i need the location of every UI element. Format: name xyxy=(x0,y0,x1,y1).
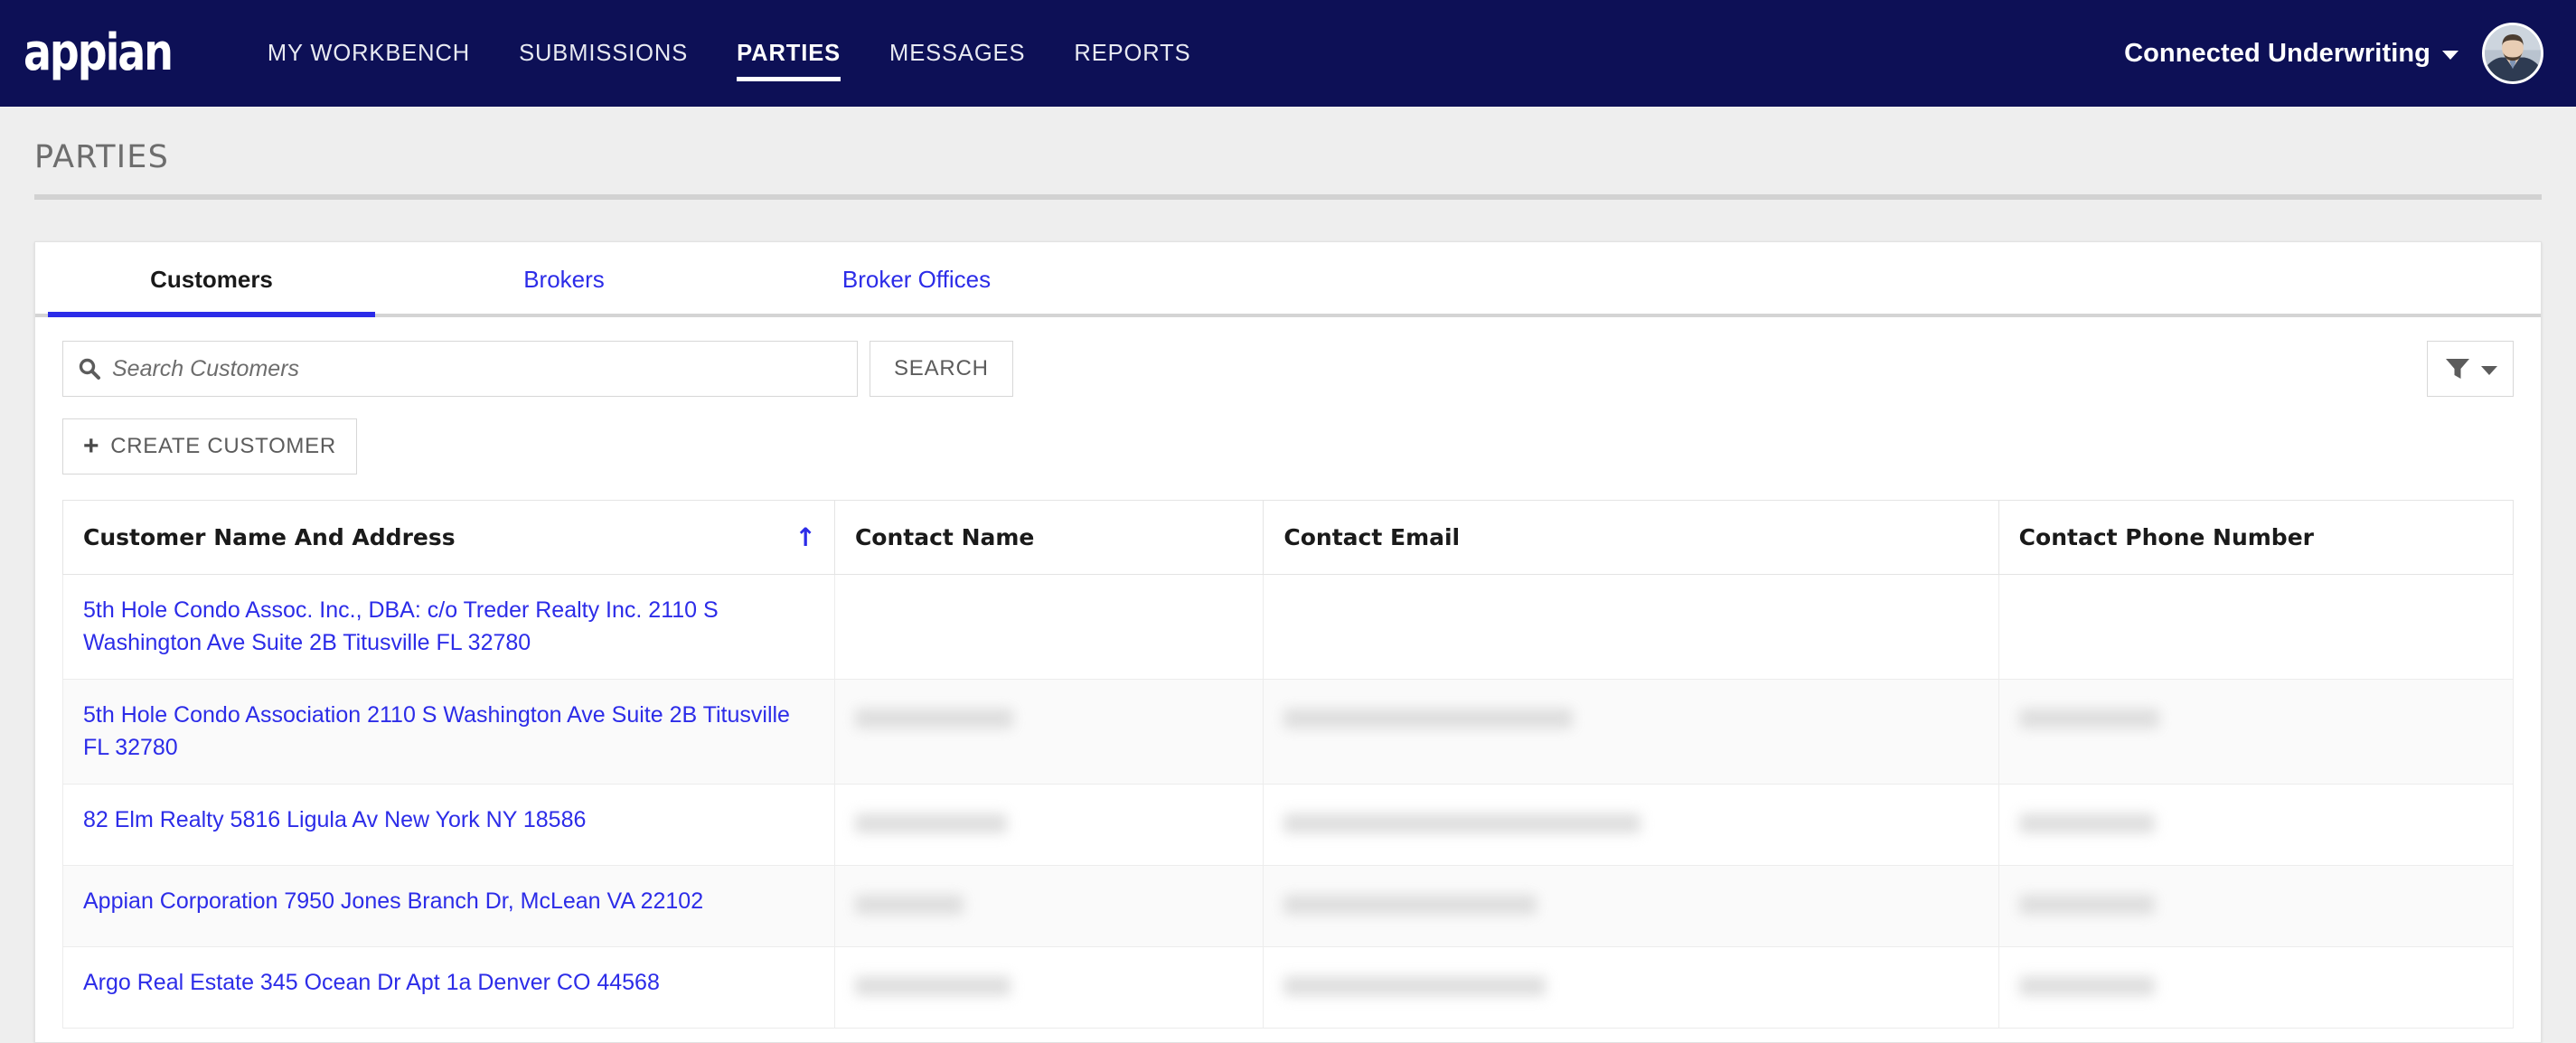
plus-icon: + xyxy=(83,431,100,461)
table-row[interactable]: Argo Real Estate 345 Ocean Dr Apt 1a Den… xyxy=(62,946,2515,1029)
table-header-row: Customer Name And Address ↑ Contact Name… xyxy=(62,500,2515,575)
parties-card: Customers Brokers Broker Offices SEARCH xyxy=(34,241,2542,1043)
appian-logo[interactable]: appian xyxy=(24,0,208,107)
customer-link[interactable]: 5th Hole Condo Association 2110 S Washin… xyxy=(83,702,790,760)
redacted-value xyxy=(854,976,1011,997)
customer-link[interactable]: 82 Elm Realty 5816 Ligula Av New York NY… xyxy=(83,807,586,832)
cell-contact-phone xyxy=(1998,679,2515,785)
page-header: PARTIES xyxy=(0,107,2576,222)
tab-brokers[interactable]: Brokers xyxy=(388,242,740,314)
cell-customer-name-and-address[interactable]: Appian Corporation 7950 Jones Branch Dr,… xyxy=(62,865,835,947)
search-input[interactable] xyxy=(112,355,842,382)
redacted-value xyxy=(1283,813,1641,834)
nav-item-my-workbench[interactable]: MY WORKBENCH xyxy=(268,0,470,107)
create-customer-label: CREATE CUSTOMER xyxy=(110,434,336,458)
customer-link[interactable]: 5th Hole Condo Assoc. Inc., DBA: c/o Tre… xyxy=(83,597,719,655)
user-menu-label: Connected Underwriting xyxy=(2124,38,2430,68)
redacted-value xyxy=(854,709,1013,729)
main-nav-links: MY WORKBENCH SUBMISSIONS PARTIES MESSAGE… xyxy=(268,0,2124,107)
cell-contact-email xyxy=(1263,784,1999,866)
cell-contact-email xyxy=(1263,574,1999,680)
page-title-divider xyxy=(34,194,2542,200)
cell-customer-name-and-address[interactable]: Argo Real Estate 345 Ocean Dr Apt 1a Den… xyxy=(62,946,835,1029)
table-row[interactable]: 5th Hole Condo Assoc. Inc., DBA: c/o Tre… xyxy=(62,574,2515,680)
redacted-value xyxy=(854,813,1007,834)
cell-contact-email xyxy=(1263,679,1999,785)
page-title: PARTIES xyxy=(34,139,170,175)
search-toolbar: SEARCH xyxy=(35,317,2541,397)
cell-contact-name xyxy=(833,679,1264,785)
redacted-value xyxy=(2018,709,2159,729)
cell-contact-name xyxy=(833,574,1264,680)
filter-button[interactable] xyxy=(2427,341,2514,397)
avatar[interactable] xyxy=(2482,23,2543,84)
customers-table: Customer Name And Address ↑ Contact Name… xyxy=(62,500,2515,1029)
content-area: Customers Brokers Broker Offices SEARCH xyxy=(0,222,2576,1043)
column-header-contact-name[interactable]: Contact Name xyxy=(833,500,1264,575)
cell-customer-name-and-address[interactable]: 5th Hole Condo Association 2110 S Washin… xyxy=(62,679,835,785)
redacted-value xyxy=(854,895,964,916)
cell-contact-name xyxy=(833,946,1264,1029)
search-field-wrapper[interactable] xyxy=(62,341,858,397)
nav-item-parties[interactable]: PARTIES xyxy=(737,0,841,107)
search-icon xyxy=(78,357,101,381)
cell-contact-phone xyxy=(1998,865,2515,947)
customer-link[interactable]: Appian Corporation 7950 Jones Branch Dr,… xyxy=(83,888,703,914)
nav-item-messages[interactable]: MESSAGES xyxy=(889,0,1025,107)
user-avatar-icon xyxy=(2485,25,2541,81)
user-menu[interactable]: Connected Underwriting xyxy=(2124,23,2543,84)
arrow-up-icon: ↑ xyxy=(794,522,816,552)
party-type-tabs: Customers Brokers Broker Offices xyxy=(35,242,2541,317)
column-header-contact-phone-number[interactable]: Contact Phone Number xyxy=(1998,500,2515,575)
cell-contact-email xyxy=(1263,946,1999,1029)
cell-contact-phone xyxy=(1998,574,2515,680)
create-customer-button[interactable]: + CREATE CUSTOMER xyxy=(62,418,357,475)
column-header-contact-email[interactable]: Contact Email xyxy=(1263,500,1999,575)
table-row[interactable]: Appian Corporation 7950 Jones Branch Dr,… xyxy=(62,865,2515,947)
cell-contact-name xyxy=(833,865,1264,947)
cell-contact-name xyxy=(833,784,1264,866)
funnel-icon xyxy=(2445,359,2469,379)
cell-customer-name-and-address[interactable]: 82 Elm Realty 5816 Ligula Av New York NY… xyxy=(62,784,835,866)
cell-customer-name-and-address[interactable]: 5th Hole Condo Assoc. Inc., DBA: c/o Tre… xyxy=(62,574,835,680)
cell-contact-email xyxy=(1263,865,1999,947)
search-button[interactable]: SEARCH xyxy=(870,341,1013,397)
cell-contact-phone xyxy=(1998,946,2515,1029)
redacted-value xyxy=(2018,813,2155,834)
customers-table-wrapper: Customer Name And Address ↑ Contact Name… xyxy=(35,475,2541,1029)
table-row[interactable]: 5th Hole Condo Association 2110 S Washin… xyxy=(62,679,2515,785)
chevron-down-icon xyxy=(2442,51,2458,60)
tab-customers[interactable]: Customers xyxy=(35,242,388,317)
redacted-value xyxy=(2018,895,2155,916)
cell-contact-phone xyxy=(1998,784,2515,866)
table-body: 5th Hole Condo Assoc. Inc., DBA: c/o Tre… xyxy=(62,574,2515,1029)
redacted-value xyxy=(1283,976,1547,997)
nav-item-reports[interactable]: REPORTS xyxy=(1074,0,1190,107)
table-head: Customer Name And Address ↑ Contact Name… xyxy=(62,500,2515,575)
customer-link[interactable]: Argo Real Estate 345 Ocean Dr Apt 1a Den… xyxy=(83,970,660,995)
nav-item-submissions[interactable]: SUBMISSIONS xyxy=(519,0,688,107)
redacted-value xyxy=(1283,895,1537,916)
tab-broker-offices[interactable]: Broker Offices xyxy=(740,242,1093,314)
redacted-value xyxy=(1283,709,1574,729)
redacted-value xyxy=(2018,976,2155,997)
column-header-label: Customer Name And Address xyxy=(83,524,456,550)
column-header-customer-name-and-address[interactable]: Customer Name And Address ↑ xyxy=(62,500,835,575)
top-navigation-bar: appian MY WORKBENCH SUBMISSIONS PARTIES … xyxy=(0,0,2576,107)
appian-logo-text: appian xyxy=(24,23,174,82)
table-row[interactable]: 82 Elm Realty 5816 Ligula Av New York NY… xyxy=(62,784,2515,866)
chevron-down-icon xyxy=(2480,366,2497,375)
